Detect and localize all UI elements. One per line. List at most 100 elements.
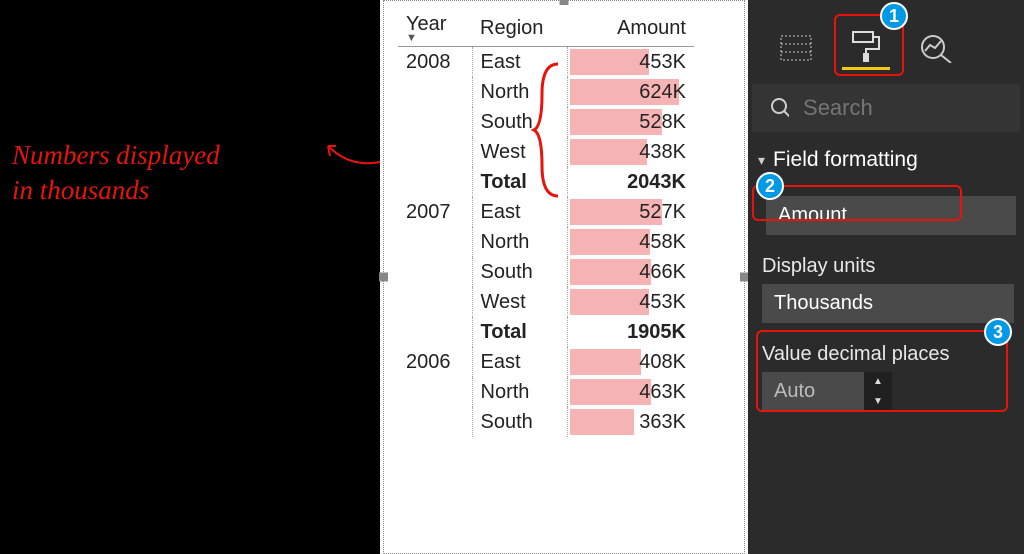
format-tab-button[interactable] [842, 26, 890, 70]
callout-badge-1: 1 [880, 2, 908, 30]
decimal-places-label: Value decimal places [762, 343, 1016, 366]
amount-value: 463K [639, 381, 686, 404]
table-row[interactable]: North 458K [398, 227, 694, 257]
cell-amount: 466K [567, 257, 694, 287]
cell-year [398, 227, 472, 257]
table-row[interactable]: South466K [398, 257, 694, 287]
decimal-places-value: Auto [762, 372, 864, 411]
cell-year [398, 377, 472, 407]
field-selector-value: Amount [778, 204, 847, 226]
table-row[interactable]: West 453K [398, 287, 694, 317]
cell-region: East [472, 347, 567, 377]
header-row: Year ▼ Region Amount [398, 9, 694, 47]
col-header-amount[interactable]: Amount [567, 9, 694, 47]
analytics-icon [919, 33, 953, 63]
cell-amount: 458K [567, 227, 694, 257]
col-header-region[interactable]: Region [472, 9, 567, 47]
amount-value: 438K [639, 141, 686, 164]
cell-amount: 463K [567, 377, 694, 407]
cell-region: South [472, 257, 567, 287]
analytics-tab-button[interactable] [912, 26, 960, 70]
cell-region: North [472, 227, 567, 257]
cell-year [398, 257, 472, 287]
col-header-year[interactable]: Year ▼ [398, 9, 472, 47]
table-row[interactable]: South 363K [398, 407, 694, 437]
fields-icon [780, 35, 812, 61]
paint-roller-icon [851, 30, 881, 64]
cell-region: West [472, 287, 567, 317]
callout-badge-3: 3 [984, 318, 1012, 346]
chevron-down-icon: ▾ [758, 152, 765, 169]
annotation-panel: Numbers displayed in thousands [0, 0, 380, 554]
amount-value: 453K [639, 51, 686, 74]
data-bar [570, 139, 647, 165]
callout-badge-2: 2 [756, 172, 784, 200]
cell-total-label: Total [472, 317, 567, 347]
annotation-line2: in thousands [12, 175, 149, 205]
cell-total-amount: 2043K [567, 167, 694, 197]
spinner-up-icon[interactable]: ▲ [864, 372, 892, 392]
cell-region: North [472, 377, 567, 407]
amount-value: 624K [639, 81, 686, 104]
annotation-text: Numbers displayed in thousands [12, 138, 220, 208]
cell-amount: 453K [567, 47, 694, 78]
amount-value: 408K [639, 351, 686, 374]
section-label: Field formatting [773, 148, 918, 172]
decimal-places-spinner[interactable]: Auto ▲ ▼ [762, 372, 892, 411]
amount-value: 1905K [627, 321, 686, 344]
cell-year [398, 167, 472, 197]
amount-value: 363K [639, 411, 686, 434]
annotation-arrow-icon [320, 134, 390, 174]
cell-region: East [472, 197, 567, 227]
cell-year [398, 107, 472, 137]
col-header-amount-label: Amount [617, 17, 686, 39]
amount-value: 527K [639, 201, 686, 224]
cell-year [398, 317, 472, 347]
amount-value: 528K [639, 111, 686, 134]
cell-year [398, 287, 472, 317]
cell-year: 2008 [398, 47, 472, 78]
data-bar [570, 289, 649, 315]
cell-amount: 438K [567, 137, 694, 167]
cell-year: 2006 [398, 347, 472, 377]
format-pane: ▾ Field formatting Amount Display units … [748, 0, 1024, 554]
cell-year: 2007 [398, 197, 472, 227]
amount-value: 2043K [627, 171, 686, 194]
annotation-line1: Numbers displayed [12, 140, 220, 170]
cell-amount: 453K [567, 287, 694, 317]
search-input[interactable] [801, 94, 1002, 122]
cell-region: South [472, 407, 567, 437]
cell-year [398, 137, 472, 167]
table-row[interactable]: North 463K [398, 377, 694, 407]
resize-handle-top[interactable] [560, 0, 569, 5]
fields-tab-button[interactable] [772, 26, 820, 70]
field-selector[interactable]: Amount [766, 196, 1016, 235]
table-row[interactable]: 2006East 408K [398, 347, 694, 377]
data-bar [570, 49, 649, 75]
cell-total-amount: 1905K [567, 317, 694, 347]
amount-value: 453K [639, 291, 686, 314]
section-field-formatting[interactable]: ▾ Field formatting [748, 132, 1024, 178]
display-units-value: Thousands [774, 292, 873, 314]
display-units-label: Display units [762, 255, 1016, 278]
table-row[interactable]: 2007East 527K [398, 197, 694, 227]
display-units-select[interactable]: Thousands [762, 284, 1014, 323]
amount-value: 458K [639, 231, 686, 254]
search-row[interactable] [752, 84, 1020, 132]
data-bar [570, 409, 634, 435]
cell-year [398, 407, 472, 437]
total-row[interactable]: Total 1905K [398, 317, 694, 347]
spinner-arrows: ▲ ▼ [864, 372, 892, 411]
search-icon [770, 97, 789, 119]
cell-amount: 408K [567, 347, 694, 377]
cell-year [398, 77, 472, 107]
cell-amount: 624K [567, 77, 694, 107]
col-header-region-label: Region [480, 17, 543, 39]
spinner-down-icon[interactable]: ▼ [864, 392, 892, 412]
data-bar [570, 229, 650, 255]
cell-amount: 363K [567, 407, 694, 437]
cell-amount: 528K [567, 107, 694, 137]
cell-amount: 527K [567, 197, 694, 227]
data-bar [570, 349, 641, 375]
resize-handle-left[interactable] [379, 273, 388, 282]
